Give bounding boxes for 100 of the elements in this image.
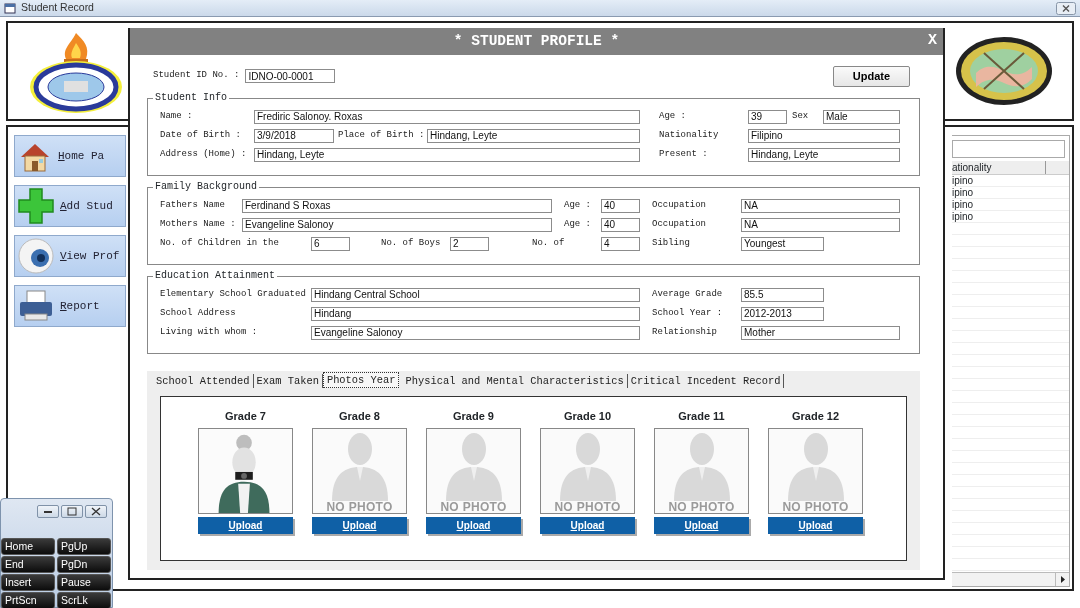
input-field[interactable]: 4 — [601, 236, 640, 251]
field-label: Elementary School Graduated — [160, 287, 307, 301]
printer-icon — [17, 289, 55, 323]
field-label: Mothers Name : — [160, 217, 237, 231]
field-label: School Address — [160, 306, 237, 320]
photo-label: Grade 12 — [791, 409, 840, 423]
keyboard-key[interactable]: PrtScn — [1, 592, 55, 608]
input-field[interactable]: Hindang, Leyte — [427, 128, 640, 143]
input-field[interactable]: 40 — [601, 217, 640, 232]
update-button[interactable]: Update — [833, 65, 910, 87]
photo-label: Grade 11 — [678, 409, 725, 423]
keyboard-key[interactable]: PgDn — [57, 556, 111, 573]
input-field[interactable]: IDNO-00-0001 — [245, 69, 336, 83]
field-label: Address (Home) : — [160, 147, 248, 161]
upload-button[interactable]: Upload — [768, 517, 863, 534]
field-label: Age : — [659, 109, 687, 123]
keyboard-key[interactable]: Home — [1, 538, 55, 555]
field-label: Sibling — [652, 236, 691, 250]
eyeball-icon — [17, 237, 55, 275]
input-field[interactable]: 3/9/2018 — [254, 128, 334, 143]
close-icon[interactable] — [1056, 1, 1076, 15]
dialog-title: * STUDENT PROFILE * — [453, 31, 620, 51]
field-label: Age : — [564, 217, 592, 231]
field-label: Student ID No. : — [153, 69, 240, 83]
field-label: Relationship — [652, 325, 718, 339]
photo-label: Grade 8 — [339, 409, 380, 423]
field-label: School Year : — [652, 306, 724, 320]
input-field[interactable]: 40 — [601, 198, 640, 213]
field-label: Occupation — [652, 198, 707, 212]
field-label: Living with whom : — [160, 325, 259, 339]
nav-button[interactable]: Add Stud — [14, 185, 126, 227]
input-field[interactable]: Mother — [741, 325, 900, 340]
input-field[interactable]: 2012-2013 — [741, 306, 824, 321]
input-field[interactable]: Hindang, Leyte — [254, 147, 640, 162]
keyboard-key[interactable]: End — [1, 556, 55, 573]
field-label: Age : — [564, 198, 592, 212]
field-label: No. of Children in the — [160, 236, 280, 250]
keyboard-key[interactable]: ScrLk — [57, 592, 111, 608]
tab[interactable]: Photos Year — [322, 372, 400, 388]
field-label: Occupation — [652, 217, 707, 231]
input-field[interactable]: NA — [741, 198, 900, 213]
keyboard-key[interactable]: PgUp — [57, 538, 111, 555]
no-photo-text: NO PHOTO — [554, 501, 621, 513]
input-field[interactable]: Hindang — [311, 306, 640, 321]
upload-button[interactable]: Upload — [540, 517, 635, 534]
field-label: Date of Birth : — [160, 128, 242, 142]
nav-button[interactable]: Report — [14, 285, 126, 327]
table-cell-text: ipino — [952, 187, 975, 199]
input-field[interactable]: Filipino — [748, 128, 900, 143]
field-label: Fathers Name — [160, 198, 226, 212]
upload-button[interactable]: Upload — [198, 517, 293, 534]
field-label: No. of Boys — [381, 236, 442, 250]
window-title: Student Record — [21, 0, 94, 16]
search-field[interactable] — [952, 140, 1065, 158]
input-field[interactable]: Evangeline Salonoy — [311, 325, 640, 340]
keyboard-key[interactable]: Insert — [1, 574, 55, 591]
no-photo-text: NO PHOTO — [668, 501, 735, 513]
input-field[interactable]: 2 — [450, 236, 489, 251]
window-icon — [4, 2, 16, 14]
input-field[interactable]: 39 — [748, 109, 787, 124]
no-photo-text: NO PHOTO — [440, 501, 507, 513]
input-field[interactable]: 85.5 — [741, 287, 824, 302]
group-title: Family Background — [153, 181, 260, 193]
nav-button[interactable]: View Prof — [14, 235, 126, 277]
field-label: Nationality — [659, 128, 720, 142]
photo-label: Grade 7 — [225, 409, 266, 423]
tab[interactable]: Critical Incedent Record — [627, 374, 785, 388]
field-label: Name : — [160, 109, 194, 123]
field-label: Place of Birth : — [338, 128, 425, 142]
close-button[interactable]: X — [928, 33, 937, 49]
input-field[interactable]: Hindang Central School — [311, 287, 640, 302]
input-field[interactable]: NA — [741, 217, 900, 232]
nav-button[interactable]: Home Pa — [14, 135, 126, 177]
tab[interactable]: Exam Taken — [253, 374, 323, 388]
no-photo-text: NO PHOTO — [326, 501, 393, 513]
no-photo-text: NO PHOTO — [782, 501, 849, 513]
input-field[interactable]: Hindang, Leyte — [748, 147, 900, 162]
input-field[interactable]: Ferdinand S Roxas — [242, 198, 552, 213]
field-label: Average Grade — [652, 287, 724, 301]
photo-label: Grade 9 — [453, 409, 494, 423]
upload-button[interactable]: Upload — [426, 517, 521, 534]
input-field[interactable]: 6 — [311, 236, 350, 251]
scroll-right-icon[interactable] — [1060, 576, 1065, 583]
horizontal-scrollbar[interactable] — [952, 572, 1069, 586]
input-field[interactable]: Evangeline Salonoy — [242, 217, 552, 232]
photo-label: Grade 10 — [563, 409, 612, 423]
input-field[interactable]: Youngest — [741, 236, 824, 251]
keyboard-key[interactable]: Pause — [57, 574, 111, 591]
field-label: Sex — [792, 109, 810, 123]
input-field[interactable]: Male — [823, 109, 900, 124]
school-seal-icon — [954, 35, 1054, 107]
tab[interactable]: Physical and Mental Characteristics — [402, 374, 628, 388]
table-cell-text: ipino — [952, 211, 975, 223]
table-cell-text: ipino — [952, 175, 975, 187]
upload-button[interactable]: Upload — [654, 517, 749, 534]
upload-button[interactable]: Upload — [312, 517, 407, 534]
table-cell-text: ipino — [952, 199, 975, 211]
tab[interactable]: School Attended — [153, 374, 254, 388]
field-label: Present : — [659, 147, 709, 161]
input-field[interactable]: Frediric Salonoy. Roxas — [254, 109, 640, 124]
